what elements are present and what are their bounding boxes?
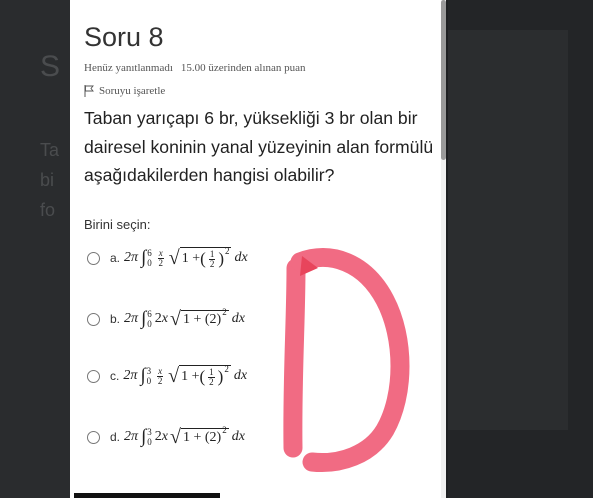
background-text-fragment: bi xyxy=(40,170,55,190)
dx: dx xyxy=(231,429,245,444)
background-title-fragment: S xyxy=(40,50,61,83)
upper-limit: 3 xyxy=(147,427,152,437)
option-b[interactable]: b. 2π ∫ 60 2x √ 1 + (2) 2 dx xyxy=(87,306,387,332)
scrollbar-thumb[interactable] xyxy=(441,0,446,160)
radio-a[interactable] xyxy=(87,251,100,265)
radio-d[interactable] xyxy=(87,430,100,444)
flag-question-button[interactable]: Soruyu işaretle xyxy=(84,85,165,97)
option-letter: d. xyxy=(110,430,121,444)
coefficient: 2π xyxy=(124,250,139,265)
question-title: Soru 8 xyxy=(84,22,164,52)
background-text-fragment: Ta xyxy=(40,140,60,160)
dx: dx xyxy=(231,311,245,326)
upper-limit: 6 xyxy=(147,309,152,319)
option-a[interactable]: a. 2π ∫ 60 x2 √ 1 + (1 2) 2 dx xyxy=(87,245,387,271)
radio-c[interactable] xyxy=(87,369,100,383)
option-letter: c. xyxy=(110,369,120,383)
dx: dx xyxy=(233,368,248,383)
lower-limit: 0 xyxy=(147,258,152,268)
points-info: 15.00 üzerinden alınan puan xyxy=(180,62,306,74)
dx: dx xyxy=(234,250,248,265)
flag-icon xyxy=(84,85,94,97)
background-page: S Ta bi fo xyxy=(0,0,70,498)
radio-b[interactable] xyxy=(87,312,100,326)
lower-limit: 0 xyxy=(146,376,152,386)
background-right xyxy=(448,0,593,498)
flag-label: Soruyu işaretle xyxy=(99,85,166,97)
option-letter: b. xyxy=(110,312,121,326)
upper-limit: 3 xyxy=(146,366,152,376)
answer-status: Henüz yanıtlanmadı xyxy=(84,62,173,74)
bottom-bar xyxy=(74,493,220,498)
lower-limit: 0 xyxy=(147,437,152,447)
option-formula: 2π ∫ 30 x2 √ 1 + (1 2) 2 dx xyxy=(123,364,248,387)
option-c[interactable]: c. 2π ∫ 30 x2 √ 1 + (1 2) 2 dx xyxy=(87,363,387,389)
option-formula: 2π ∫ 60 x2 √ 1 + (1 2) 2 dx xyxy=(124,246,248,269)
option-formula: 2π ∫ 60 2x √ 1 + (2) 2 dx xyxy=(124,307,245,330)
lower-limit: 0 xyxy=(147,319,152,329)
option-d[interactable]: d. 2π ∫ 30 2x √ 1 + (2) 2 dx xyxy=(87,424,387,450)
coefficient: 2π xyxy=(124,311,139,326)
choose-instruction: Birini seçin: xyxy=(84,217,151,232)
question-card: Soru 8 Henüz yanıtlanmadı 15.00 üzerinden… xyxy=(70,0,446,498)
background-text-fragment: fo xyxy=(40,200,56,220)
coefficient: 2π xyxy=(123,368,138,383)
coefficient: 2π xyxy=(124,429,139,444)
option-letter: a. xyxy=(110,251,121,265)
upper-limit: 6 xyxy=(147,248,152,258)
option-formula: 2π ∫ 30 2x √ 1 + (2) 2 dx xyxy=(124,425,245,448)
question-text: Taban yarıçapı 6 br, yüksekliği 3 br ola… xyxy=(84,108,434,185)
question-meta: Henüz yanıtlanmadı 15.00 üzerinden alınan… xyxy=(84,62,314,74)
